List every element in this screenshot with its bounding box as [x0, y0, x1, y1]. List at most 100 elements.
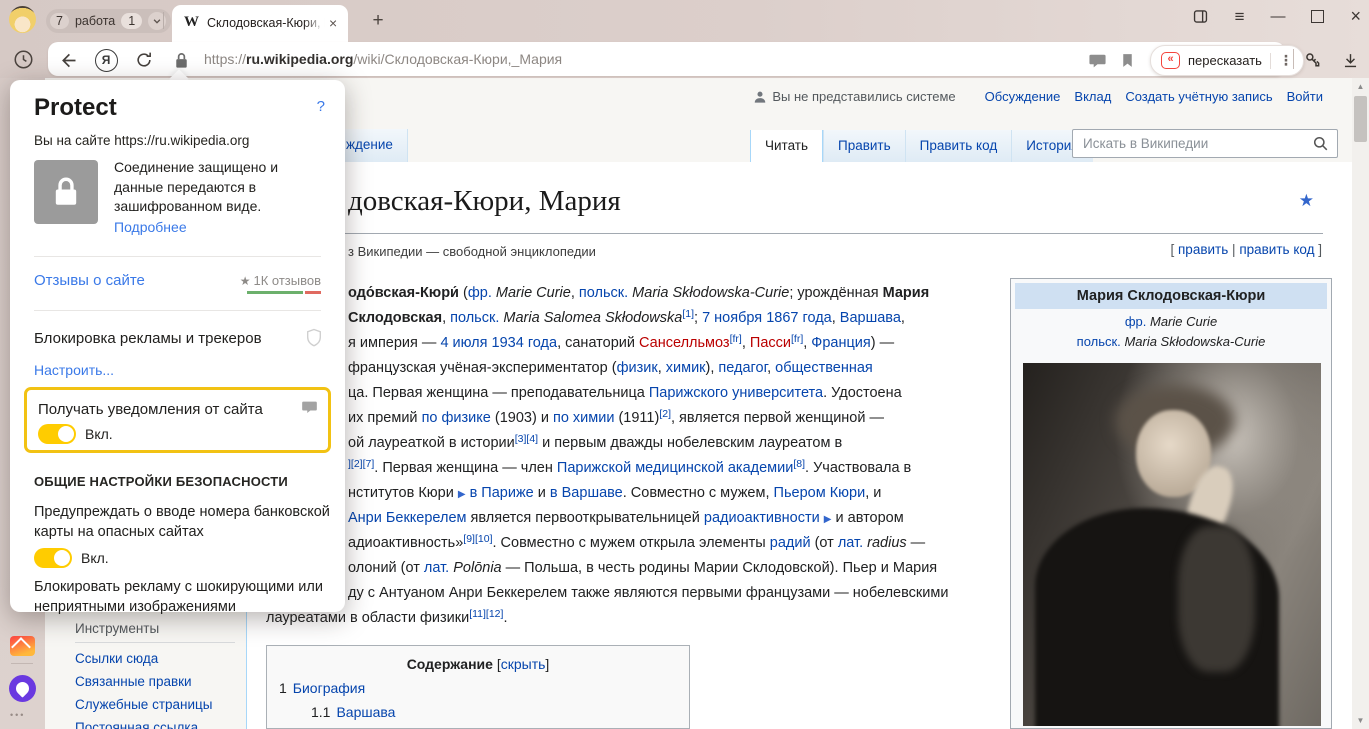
alice-icon[interactable]	[9, 675, 36, 702]
toc-hide-link[interactable]: скрыть	[501, 656, 546, 672]
wiki-link[interactable]: Варшава	[840, 310, 901, 326]
close-button[interactable]: ×	[1350, 6, 1361, 27]
history-clock-icon[interactable]	[10, 46, 36, 72]
wiki-link[interactable]: химик	[666, 360, 706, 376]
wiki-link[interactable]: Франция	[811, 335, 870, 351]
ref-link[interactable]: [fr]	[791, 333, 803, 345]
wiki-link[interactable]: Пьером Кюри	[774, 485, 866, 501]
wiki-link[interactable]: польск.	[450, 310, 499, 326]
wiki-link[interactable]: фр.	[468, 285, 492, 301]
wiki-tab[interactable]: Читать	[750, 130, 823, 162]
minimize-button[interactable]: —	[1270, 8, 1285, 25]
toc-link[interactable]: Варшава	[336, 704, 395, 720]
lang-link[interactable]: фр.	[1125, 314, 1147, 329]
wiki-link[interactable]: по химии	[553, 410, 614, 426]
wiki-link[interactable]: в Париже	[470, 485, 534, 501]
tools-link[interactable]: Связанные правки	[75, 674, 235, 689]
menu-icon[interactable]: ≡	[1235, 7, 1245, 27]
bracket: ]	[545, 656, 549, 672]
search-icon[interactable]	[1312, 135, 1329, 152]
wiki-link[interactable]: Парижской медицинской академии	[557, 460, 793, 476]
maximize-button[interactable]	[1311, 10, 1324, 23]
toc-link[interactable]: Биография	[293, 680, 365, 696]
personal-link[interactable]: Вклад	[1074, 89, 1111, 104]
refresh-icon[interactable]	[132, 48, 156, 72]
page-scrollbar[interactable]: ▲ ▼	[1352, 78, 1369, 729]
watch-star-icon[interactable]: ★	[1299, 191, 1314, 211]
more-link[interactable]: Подробнее	[114, 219, 187, 235]
url-text[interactable]: https://ru.wikipedia.org/wiki/Склодовска…	[204, 51, 562, 67]
ref-link[interactable]: [3][4]	[515, 433, 538, 445]
wiki-link[interactable]: радий	[770, 535, 811, 551]
lang-link[interactable]: польск.	[1077, 334, 1121, 349]
download-icon[interactable]	[1338, 48, 1362, 72]
wiki-link[interactable]: Парижского университета	[649, 385, 823, 401]
personal-link[interactable]: Войти	[1287, 89, 1323, 104]
profile-avatar[interactable]	[9, 6, 36, 33]
notifications-toggle[interactable]: Вкл.	[38, 424, 113, 444]
mail-icon[interactable]	[10, 636, 35, 656]
scroll-thumb[interactable]	[1354, 96, 1367, 142]
yandex-icon[interactable]: Я	[94, 48, 118, 72]
wiki-link[interactable]: 1867 года	[766, 310, 832, 326]
infobox-photo[interactable]	[1023, 363, 1321, 726]
toc-item[interactable]: 1Биография	[279, 680, 689, 696]
wiki-link[interactable]: общественная	[775, 360, 873, 376]
keychain-icon[interactable]	[1300, 48, 1324, 72]
lock-icon[interactable]	[169, 48, 193, 72]
help-link[interactable]: ?	[317, 98, 325, 115]
ref-link[interactable]: [fr]	[730, 333, 742, 345]
personal-link[interactable]: Обсуждение	[985, 89, 1061, 104]
wiki-link[interactable]: лат.	[424, 560, 449, 576]
scroll-down-icon[interactable]: ▼	[1352, 716, 1369, 725]
ref-link[interactable]: [8]	[793, 458, 805, 470]
card-toggle[interactable]: Вкл.	[34, 548, 109, 568]
toc-item[interactable]: 1.1Варшава	[311, 704, 689, 720]
side-panel-icon[interactable]	[1192, 8, 1209, 25]
ref-link[interactable]: ][2][7]	[348, 458, 374, 470]
red-link[interactable]: Пасси	[750, 335, 791, 351]
red-link[interactable]: Санселльмоз	[639, 335, 730, 351]
configure-link[interactable]: Настроить...	[34, 362, 114, 378]
wiki-link[interactable]: 4 июля	[440, 335, 487, 351]
wiki-link[interactable]: в Варшаве	[550, 485, 623, 501]
retell-button[interactable]: « пересказать ⋮	[1150, 45, 1304, 76]
wiki-tab[interactable]: Править	[823, 130, 905, 162]
back-icon[interactable]	[56, 48, 80, 72]
tab-group[interactable]: 7 работа 1	[46, 9, 171, 33]
personal-link[interactable]: Создать учётную запись	[1125, 89, 1272, 104]
tools-link[interactable]: Служебные страницы	[75, 697, 235, 712]
reviews-link[interactable]: Отзывы о сайте	[34, 272, 145, 289]
tools-link[interactable]: Постоянная ссылка	[75, 720, 235, 729]
ref-link[interactable]: [2]	[659, 408, 671, 420]
wiki-link[interactable]: по физике	[422, 410, 491, 426]
wiki-link[interactable]: польск.	[579, 285, 628, 301]
tools-link[interactable]: Ссылки сюда	[75, 651, 235, 666]
active-tab[interactable]: W Склодовская-Кюри, Ма ×	[172, 5, 348, 40]
more-dots-icon[interactable]: •••	[10, 710, 25, 720]
toggle-pill[interactable]	[38, 424, 76, 444]
bookmark-icon[interactable]	[1115, 48, 1139, 72]
wiki-link[interactable]: Анри Беккерелем	[348, 510, 467, 526]
ref-link[interactable]: [11][12]	[469, 608, 503, 620]
wiki-link[interactable]: радиоактивности	[704, 510, 820, 526]
toggle-pill[interactable]	[34, 548, 72, 568]
wiki-link[interactable]: лат.	[838, 535, 863, 551]
expand-arrow-icon[interactable]: ▶	[458, 489, 466, 500]
retell-more-icon[interactable]: ⋮	[1279, 52, 1293, 69]
edit-link[interactable]: править	[1178, 242, 1228, 257]
tab-discussion-partial[interactable]: ждение	[340, 129, 408, 162]
tab-close-icon[interactable]: ×	[329, 15, 337, 31]
wiki-tab[interactable]: Править код	[905, 130, 1012, 162]
search-input[interactable]	[1081, 135, 1312, 152]
wiki-link[interactable]: 1934 года	[492, 335, 558, 351]
wiki-link[interactable]: 7 ноября	[702, 310, 762, 326]
comments-icon[interactable]	[1085, 48, 1109, 72]
wiki-link[interactable]: педагог	[718, 360, 767, 376]
edit-source-link[interactable]: править код	[1239, 242, 1314, 257]
ref-link[interactable]: [1]	[682, 308, 694, 320]
new-tab-button[interactable]: +	[366, 9, 390, 33]
scroll-up-icon[interactable]: ▲	[1352, 82, 1369, 91]
ref-link[interactable]: [9][10]	[463, 533, 492, 545]
wiki-link[interactable]: физик	[617, 360, 658, 376]
